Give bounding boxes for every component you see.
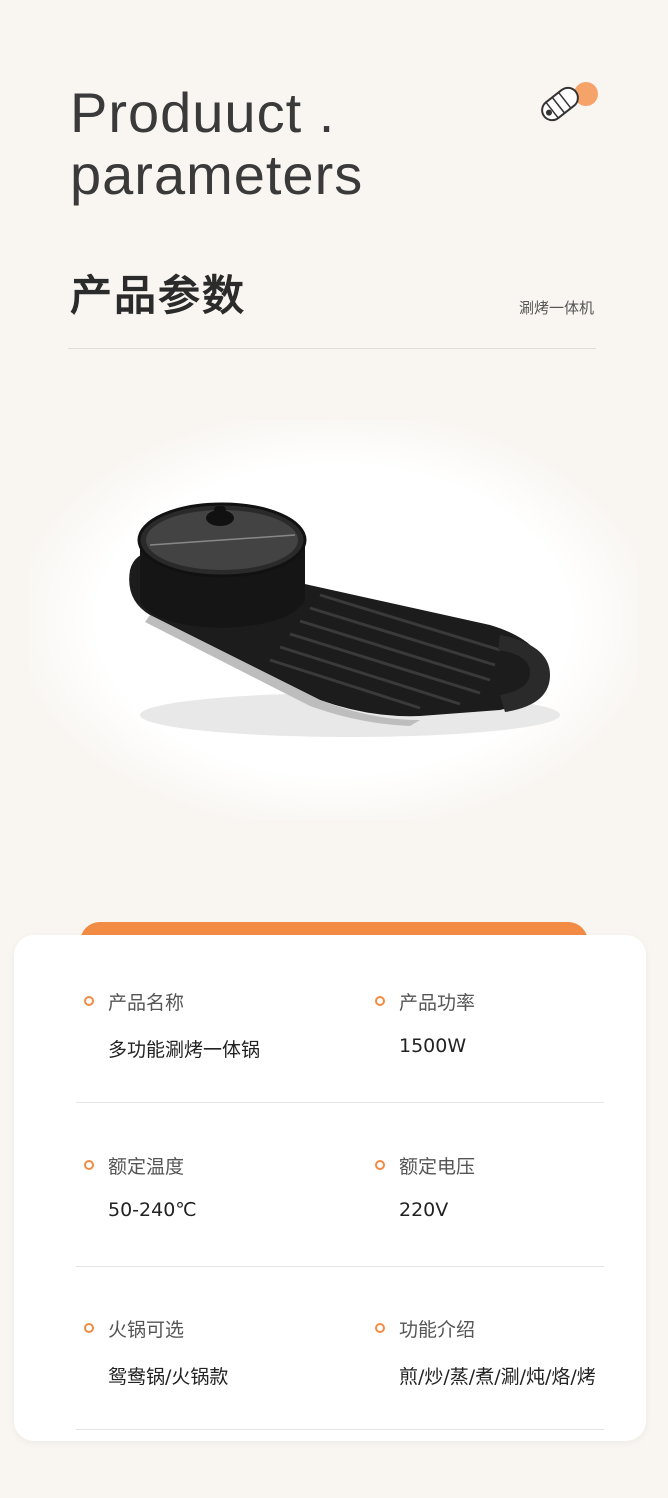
param-value: 1500W bbox=[399, 1035, 467, 1057]
param-label: 火锅可选 bbox=[108, 1319, 185, 1341]
param-value: 鸳鸯锅/火锅款 bbox=[108, 1366, 229, 1388]
param-row: 火锅可选 鸳鸯锅/火锅款 功能介绍 煎/炒/蒸/煮/涮/炖/烙/烤 bbox=[76, 1266, 604, 1430]
header-divider bbox=[68, 348, 596, 349]
product-subtitle: 涮烤一体机 bbox=[518, 299, 594, 317]
product-photo bbox=[30, 420, 638, 820]
param-row: 额定温度 50-240℃ 额定电压 220V bbox=[76, 1103, 604, 1267]
param-item-temperature: 额定温度 50-240℃ bbox=[76, 1103, 340, 1267]
bullet-icon bbox=[84, 1323, 94, 1333]
title-en-line2: parameters bbox=[70, 143, 364, 206]
bullet-icon bbox=[84, 996, 94, 1006]
page-title-cn: 产品参数 bbox=[70, 271, 247, 320]
param-item-power: 产品功率 1500W bbox=[367, 939, 631, 1103]
bullet-icon bbox=[375, 1160, 385, 1170]
param-label: 额定温度 bbox=[108, 1156, 185, 1178]
bullet-icon bbox=[375, 1323, 385, 1333]
param-label: 产品功率 bbox=[399, 992, 476, 1014]
param-value: 50-240℃ bbox=[108, 1199, 197, 1221]
param-value: 220V bbox=[399, 1199, 449, 1221]
bullet-icon bbox=[375, 996, 385, 1006]
param-value: 多功能涮烤一体锅 bbox=[108, 1039, 261, 1061]
parameters-card: 产品名称 多功能涮烤一体锅 产品功率 1500W 额定温度 50-240℃ 额定… bbox=[14, 935, 646, 1441]
param-item-functions: 功能介绍 煎/炒/蒸/煮/涮/炖/烙/烤 bbox=[367, 1266, 631, 1430]
page-title-en: Produuct . parameters bbox=[70, 82, 363, 206]
param-label: 功能介绍 bbox=[399, 1319, 476, 1341]
row-divider bbox=[76, 1429, 604, 1430]
param-item-hotpot-option: 火锅可选 鸳鸯锅/火锅款 bbox=[76, 1266, 340, 1430]
param-item-voltage: 额定电压 220V bbox=[367, 1103, 631, 1267]
rolling-cylinder-icon bbox=[532, 74, 602, 134]
param-item-name: 产品名称 多功能涮烤一体锅 bbox=[76, 939, 340, 1103]
param-label: 额定电压 bbox=[399, 1156, 476, 1178]
grill-hotpot-icon bbox=[129, 502, 560, 737]
param-row: 产品名称 多功能涮烤一体锅 产品功率 1500W bbox=[76, 939, 604, 1103]
title-en-line1: Produuct . bbox=[70, 81, 336, 144]
param-value: 煎/炒/蒸/煮/涮/炖/烙/烤 bbox=[399, 1366, 596, 1388]
param-label: 产品名称 bbox=[108, 992, 185, 1014]
bullet-icon bbox=[84, 1160, 94, 1170]
